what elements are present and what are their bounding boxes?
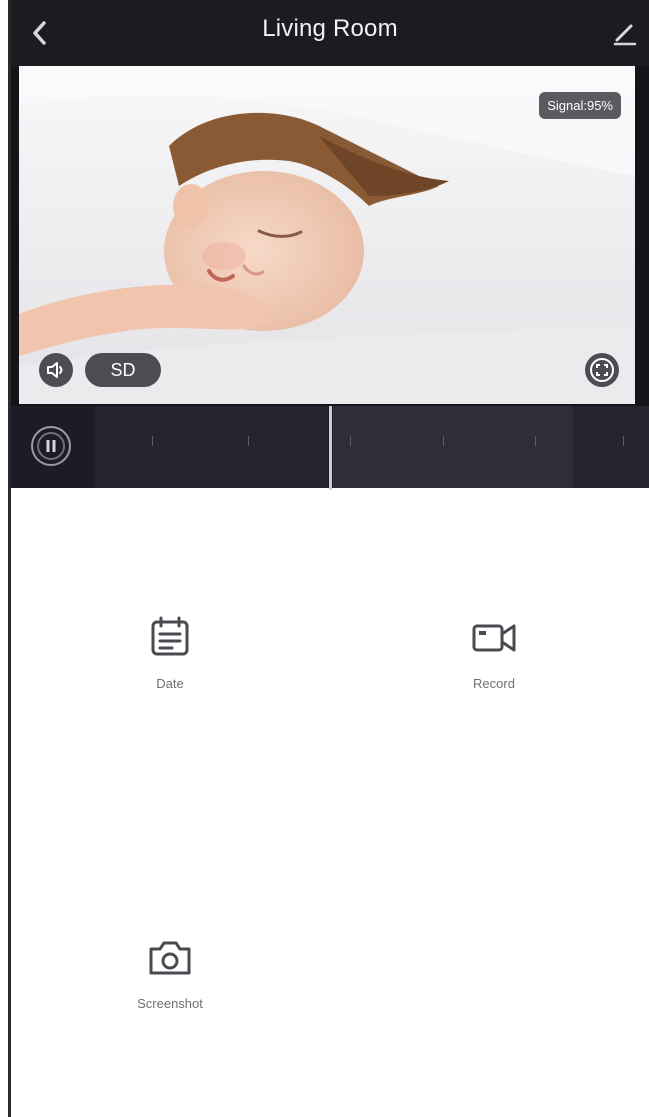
video-panel: Signal:95% SD [11,66,649,406]
top-bar: Living Room [11,0,649,66]
record-label: Record [473,676,515,691]
pause-icon[interactable] [29,424,73,468]
fullscreen-icon [590,358,614,382]
date-label: Date [156,676,184,691]
timeline-segment [573,406,649,488]
time-tick [623,436,624,446]
playback-timeline[interactable] [11,406,649,490]
time-tick [152,436,153,446]
time-tick [350,436,351,446]
calendar-icon [151,616,189,656]
page-title: Living Room [262,15,398,42]
camera-icon [149,941,191,975]
video-camera-icon [472,624,516,652]
screenshot-label: Screenshot [137,996,203,1011]
mute-toggle-button[interactable] [39,353,73,387]
signal-strength-badge: Signal:95% [539,92,621,119]
record-button[interactable]: Record [429,612,559,722]
playhead-indicator[interactable] [329,406,332,490]
quality-toggle-button[interactable]: SD [85,353,161,387]
live-video-feed[interactable]: Signal:95% SD [19,66,635,404]
fullscreen-button[interactable] [585,353,619,387]
timeline-segment [333,406,573,488]
screenshot-button[interactable]: Screenshot [105,932,235,1042]
date-button[interactable]: Date [105,612,235,722]
pencil-icon[interactable] [609,18,639,48]
time-tick [443,436,444,446]
timeline-segment [95,406,328,488]
time-tick [535,436,536,446]
time-tick [248,436,249,446]
speaker-icon [47,362,63,378]
